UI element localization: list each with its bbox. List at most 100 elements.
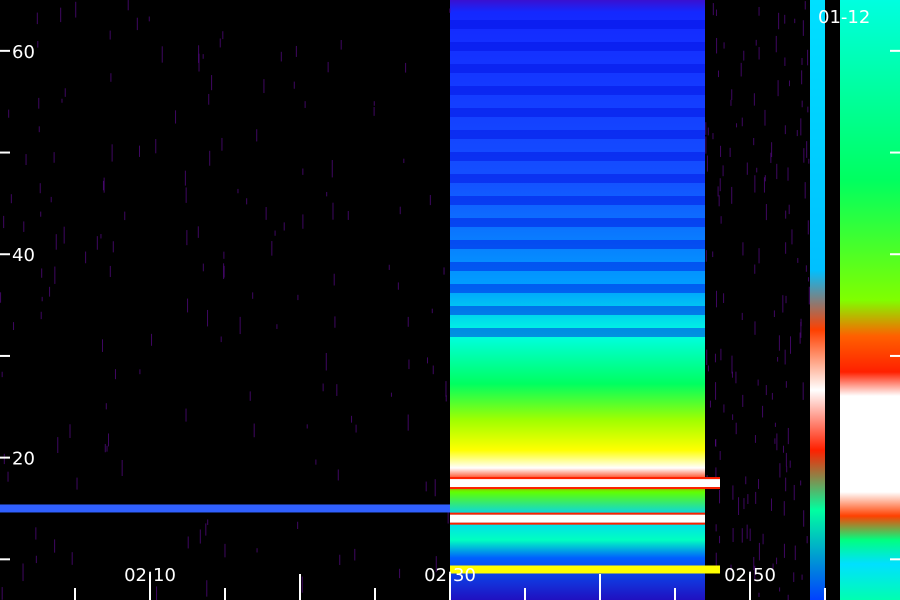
noise-speck: [764, 109, 766, 126]
noise-speck: [722, 165, 724, 177]
noise-speck: [723, 293, 725, 304]
noise-speck: [425, 481, 427, 492]
noise-speck: [197, 226, 199, 238]
noise-speck: [754, 264, 756, 274]
noise-speck: [40, 211, 42, 217]
noise-speck: [785, 295, 787, 304]
noise-speck: [807, 49, 809, 66]
noise-speck: [109, 30, 111, 40]
noise-speck: [36, 12, 38, 25]
noise-speck: [237, 188, 239, 194]
noise-speck: [785, 452, 787, 467]
noise-speck: [732, 528, 734, 543]
noise-speck: [753, 137, 755, 146]
noise-speck: [765, 385, 767, 396]
noise-speck: [297, 521, 299, 529]
noise-speck: [754, 175, 756, 193]
segment-stripe: [450, 306, 705, 315]
noise-speck: [787, 427, 789, 445]
x-tick-label: 02:50: [724, 565, 776, 586]
noise-speck: [156, 586, 158, 600]
noise-speck: [720, 348, 722, 361]
segment-stripe: [450, 108, 705, 117]
noise-speck: [775, 35, 777, 53]
noise-speck: [443, 267, 445, 275]
noise-speck: [136, 17, 138, 31]
noise-speck: [71, 552, 73, 565]
noise-speck: [723, 404, 725, 413]
noise-speck: [151, 333, 153, 346]
noise-speck: [185, 408, 187, 422]
noise-speck: [187, 298, 189, 313]
y-tick-label: 20: [12, 449, 35, 470]
noise-speck: [731, 186, 733, 204]
noise-speck: [774, 422, 776, 427]
noise-speck: [221, 137, 223, 151]
noise-speck: [800, 118, 802, 136]
noise-speck: [740, 62, 742, 77]
noise-speck: [121, 459, 123, 477]
segment-stripe: [450, 86, 705, 95]
noise-speck: [802, 382, 804, 400]
noise-speck: [712, 133, 714, 140]
noise-speck: [431, 308, 433, 314]
noise-speck: [783, 501, 785, 516]
noise-speck: [776, 163, 778, 180]
band-edge: [450, 487, 720, 490]
noise-speck: [37, 41, 39, 48]
noise-speck: [785, 242, 787, 254]
noise-speck: [730, 99, 732, 106]
noise-speck: [787, 594, 789, 600]
spectrogram-chart: 60 40 20 02:10 02:30 02:50 01-12: [0, 0, 900, 600]
noise-speck: [249, 391, 251, 401]
noise-speck: [714, 353, 716, 363]
noise-speck: [373, 101, 375, 106]
noise-speck: [339, 554, 341, 566]
noise-speck: [49, 286, 51, 297]
noise-speck: [743, 50, 745, 61]
noise-speck: [54, 539, 56, 553]
noise-speck: [207, 309, 209, 327]
noise-speck: [304, 101, 306, 108]
noise-speck: [715, 524, 717, 532]
noise-speck: [219, 38, 221, 48]
noise-speck: [199, 529, 201, 544]
noise-speck: [794, 18, 796, 24]
noise-speck: [741, 117, 743, 127]
segment-stripe: [450, 20, 705, 29]
segment-stripe: [450, 240, 705, 249]
noise-speck: [271, 241, 273, 256]
noise-speck: [749, 528, 751, 542]
noise-speck: [758, 592, 760, 597]
noise-speck: [705, 122, 707, 135]
noise-speck: [397, 282, 399, 290]
noise-speck: [808, 277, 810, 282]
noise-speck: [765, 204, 767, 221]
noise-speck: [302, 168, 304, 175]
noise-speck: [327, 61, 329, 73]
noise-speck: [735, 371, 737, 384]
noise-speck: [434, 479, 436, 497]
noise-speck: [719, 489, 721, 504]
noise-speck: [75, 1, 77, 18]
noise-speck: [315, 459, 317, 465]
noise-speck: [263, 79, 265, 94]
noise-speck: [729, 147, 731, 158]
noise-speck: [707, 365, 709, 372]
noise-speck: [220, 336, 222, 343]
noise-speck: [746, 162, 748, 175]
noise-speck: [63, 226, 65, 244]
noise-speck: [715, 438, 717, 447]
segment-stripe: [450, 64, 705, 73]
noise-speck: [399, 568, 401, 579]
noise-speck: [283, 222, 285, 231]
noise-speck: [776, 557, 778, 565]
noise-speck: [758, 248, 760, 264]
noise-speck: [155, 139, 157, 154]
noise-speck: [755, 39, 757, 46]
noise-speck: [716, 290, 718, 308]
noise-speck: [717, 70, 719, 78]
noise-speck: [432, 365, 434, 375]
noise-speck: [102, 180, 104, 191]
noise-speck: [108, 433, 110, 447]
